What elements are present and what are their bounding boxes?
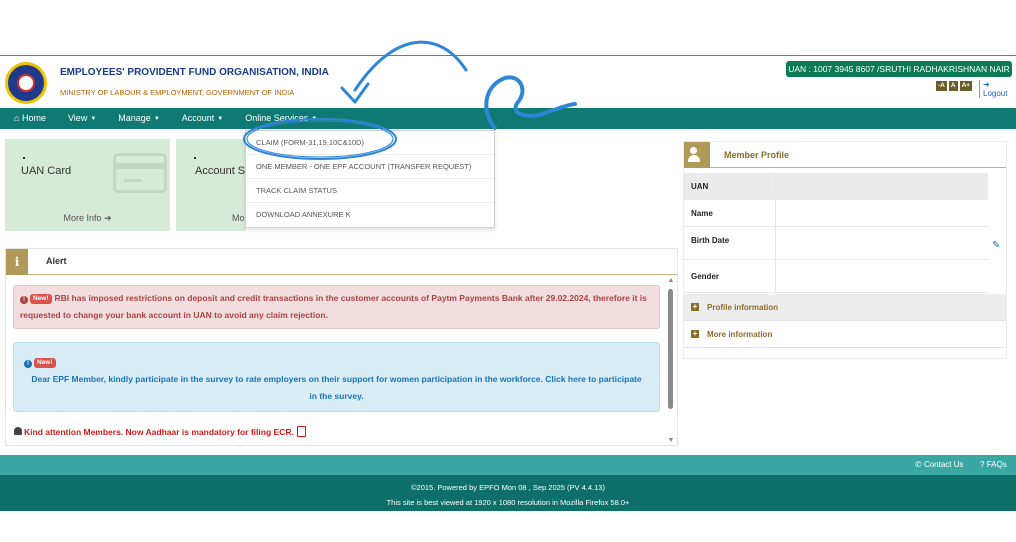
aadhaar-notice[interactable]: Kind attention Members. Now Aadhaar is m…: [14, 426, 306, 437]
main-navbar: ⌂ Home View ▼ Manage ▼ Account ▼ Online Ser…: [0, 108, 1016, 129]
nav-online-services[interactable]: Online Services ▼: [234, 108, 328, 129]
nav-account-label: Account: [181, 113, 215, 123]
plus-square-icon: +: [691, 302, 699, 311]
footer-copyright: ©2015. Powered by EPFO Mon 08 , Sep 2025…: [411, 483, 605, 492]
scroll-down-icon[interactable]: ▼: [667, 437, 675, 445]
profile-label: Name: [691, 209, 713, 218]
nav-home-label: Home: [21, 113, 46, 123]
info-icon: i: [6, 249, 28, 275]
more-info-link[interactable]: More Info ➔: [5, 213, 170, 224]
uan-card-tile[interactable]: UAN Card More Info ➔: [5, 139, 170, 231]
caret-down-icon: ▼: [311, 116, 318, 122]
online-services-menu: CLAIM (FORM-31,19,10C&10D) ONE MEMBER - …: [245, 130, 495, 228]
uan-badge: UAN : 1007 3945 8607 /SRUTHI RADHAKRISHN…: [786, 61, 1012, 77]
alert-paytm-text: RBI has imposed restrictions on deposit …: [20, 293, 647, 320]
footer-best-viewed: This site is best viewed at 1920 x 1080 …: [386, 498, 630, 507]
profile-information-toggle[interactable]: + Profile information: [684, 294, 1006, 321]
contact-us-link[interactable]: ✆ Contact Us: [915, 460, 964, 469]
scroll-up-icon[interactable]: ▲: [667, 277, 675, 285]
faqs-label: FAQs: [986, 460, 1007, 469]
alert-survey-text[interactable]: Dear EPF Member, kindly participate in t…: [28, 371, 645, 405]
font-normal-button[interactable]: A: [948, 81, 958, 91]
alert-panel: i Alert ! New! RBI has imposed restriction…: [5, 248, 678, 446]
epfo-emblem-icon: [5, 62, 47, 104]
card-title: UAN Card: [21, 165, 72, 177]
scrollbar-thumb[interactable]: [668, 289, 673, 409]
nav-view[interactable]: View ▼: [57, 108, 107, 129]
nav-account[interactable]: Account ▼: [171, 108, 234, 129]
nav-manage-label: Manage: [118, 113, 151, 123]
font-decrease-button[interactable]: -A: [936, 81, 947, 91]
more-info-label: More Info: [63, 213, 102, 223]
font-size-tools: -A A A+: [936, 81, 973, 91]
edit-icon[interactable]: ✎: [992, 240, 1000, 251]
profile-row-birth-date: Birth Date: [684, 227, 988, 260]
nav-home[interactable]: ⌂ Home: [0, 108, 57, 129]
profile-header: Member Profile: [684, 142, 1006, 168]
annotation-arrow-curve: [353, 40, 468, 92]
font-increase-button[interactable]: A+: [959, 81, 973, 91]
footer-links-bar: ✆ Contact Us ? FAQs: [0, 455, 1016, 475]
menu-item-transfer-request[interactable]: ONE MEMBER - ONE EPF ACCOUNT (TRANSFER R…: [246, 155, 494, 179]
plus-square-icon: +: [691, 329, 699, 338]
nav-view-label: View: [67, 113, 88, 123]
id-card-icon: [113, 153, 167, 193]
alert-scrollbar[interactable]: ▲ ▼: [667, 277, 675, 445]
profile-row-name: Name: [684, 200, 988, 227]
profile-row-uan: UAN: [684, 173, 988, 200]
profile-section-label: Profile information: [707, 303, 779, 312]
caret-down-icon: ▼: [153, 116, 160, 122]
new-badge: New!: [30, 294, 52, 304]
question-icon: ?: [980, 460, 985, 469]
exclamation-circle-icon: !: [20, 296, 28, 304]
profile-label: Birth Date: [691, 236, 730, 245]
caret-down-icon: ▼: [90, 116, 97, 122]
alert-header: i Alert: [6, 249, 677, 275]
alert-title: Alert: [46, 256, 67, 266]
exclamation-circle-icon: !: [24, 360, 32, 368]
bell-icon: [14, 427, 22, 435]
contact-us-label: Contact Us: [923, 460, 964, 469]
menu-item-claim[interactable]: CLAIM (FORM-31,19,10C&10D): [246, 131, 494, 155]
alert-paytm-notice: ! New! RBI has imposed restrictions on dep…: [13, 285, 660, 329]
pdf-icon[interactable]: [296, 426, 306, 437]
org-name: EMPLOYEES' PROVIDENT FUND ORGANISATION, …: [60, 67, 329, 78]
nav-online-services-label: Online Services: [245, 113, 309, 123]
new-badge: New!: [34, 358, 56, 368]
card-title: Account S: [195, 165, 246, 177]
user-add-icon: [684, 142, 710, 168]
member-profile-panel: Member Profile UAN Name Birth Date Gende…: [683, 141, 1007, 359]
logout-link[interactable]: ➜ Logout: [979, 80, 1016, 98]
profile-section-label: More information: [707, 330, 773, 339]
aadhaar-notice-text: Kind attention Members. Now Aadhaar is m…: [24, 427, 294, 437]
footer-main: ©2015. Powered by EPFO Mon 08 , Sep 2025…: [0, 475, 1016, 511]
logout-label: Logout: [983, 89, 1008, 98]
nav-manage[interactable]: Manage ▼: [107, 108, 170, 129]
home-icon: ⌂: [14, 113, 20, 123]
annotation-arrow-head: [340, 82, 370, 104]
menu-item-annexure-k[interactable]: DOWNLOAD ANNEXURE K: [246, 203, 494, 227]
profile-title: Member Profile: [724, 150, 790, 160]
alert-survey-notice[interactable]: ! New! Dear EPF Member, kindly participat…: [13, 342, 660, 412]
logout-icon: ➜: [983, 80, 990, 89]
menu-item-track-claim[interactable]: TRACK CLAIM STATUS: [246, 179, 494, 203]
profile-label: UAN: [691, 182, 709, 191]
faqs-link[interactable]: ? FAQs: [980, 460, 1007, 469]
profile-row-gender: Gender: [684, 260, 988, 293]
account-card-tile[interactable]: Account S Mo: [176, 139, 246, 231]
more-information-toggle[interactable]: + More information: [684, 321, 1006, 348]
arrow-circle-right-icon: ➔: [104, 213, 112, 223]
phone-icon: ✆: [915, 460, 922, 469]
top-divider: [0, 55, 1016, 56]
profile-label: Gender: [691, 272, 720, 281]
caret-down-icon: ▼: [217, 116, 224, 122]
org-subtitle: MINISTRY OF LABOUR & EMPLOYMENT, GOVERNM…: [60, 88, 295, 97]
